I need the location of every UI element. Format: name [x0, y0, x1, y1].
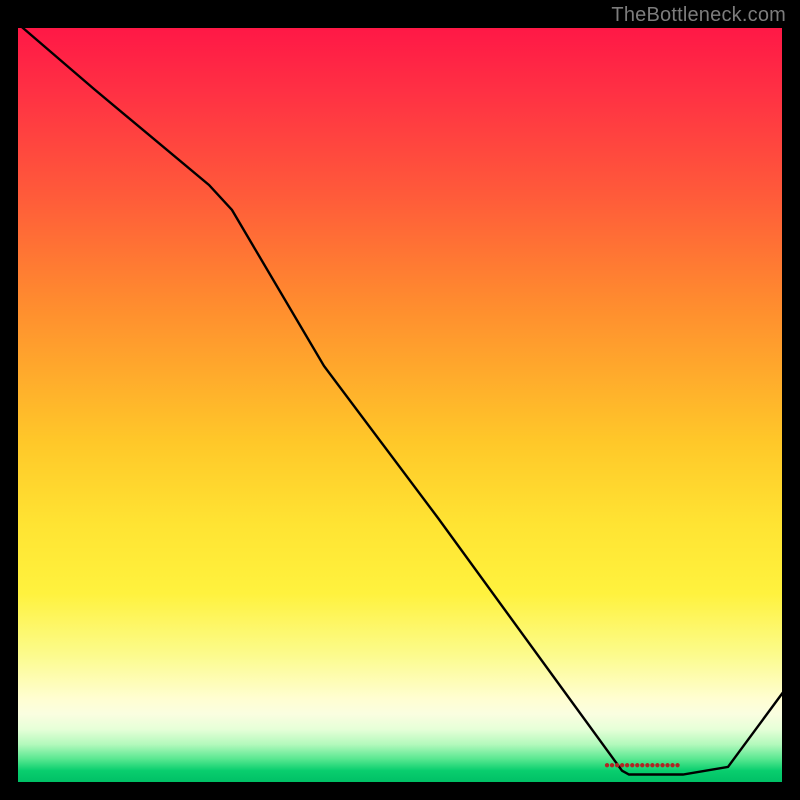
- plot-area: ●●●●●●●●●●●●●●●: [18, 28, 782, 782]
- line-series: [18, 28, 782, 782]
- watermark-text: TheBottleneck.com: [611, 4, 786, 27]
- curve-path: [16, 22, 784, 775]
- chart-canvas: ●●●●●●●●●●●●●●● TheBottleneck.com: [0, 0, 800, 800]
- x-axis-marker: ●●●●●●●●●●●●●●●: [604, 760, 680, 771]
